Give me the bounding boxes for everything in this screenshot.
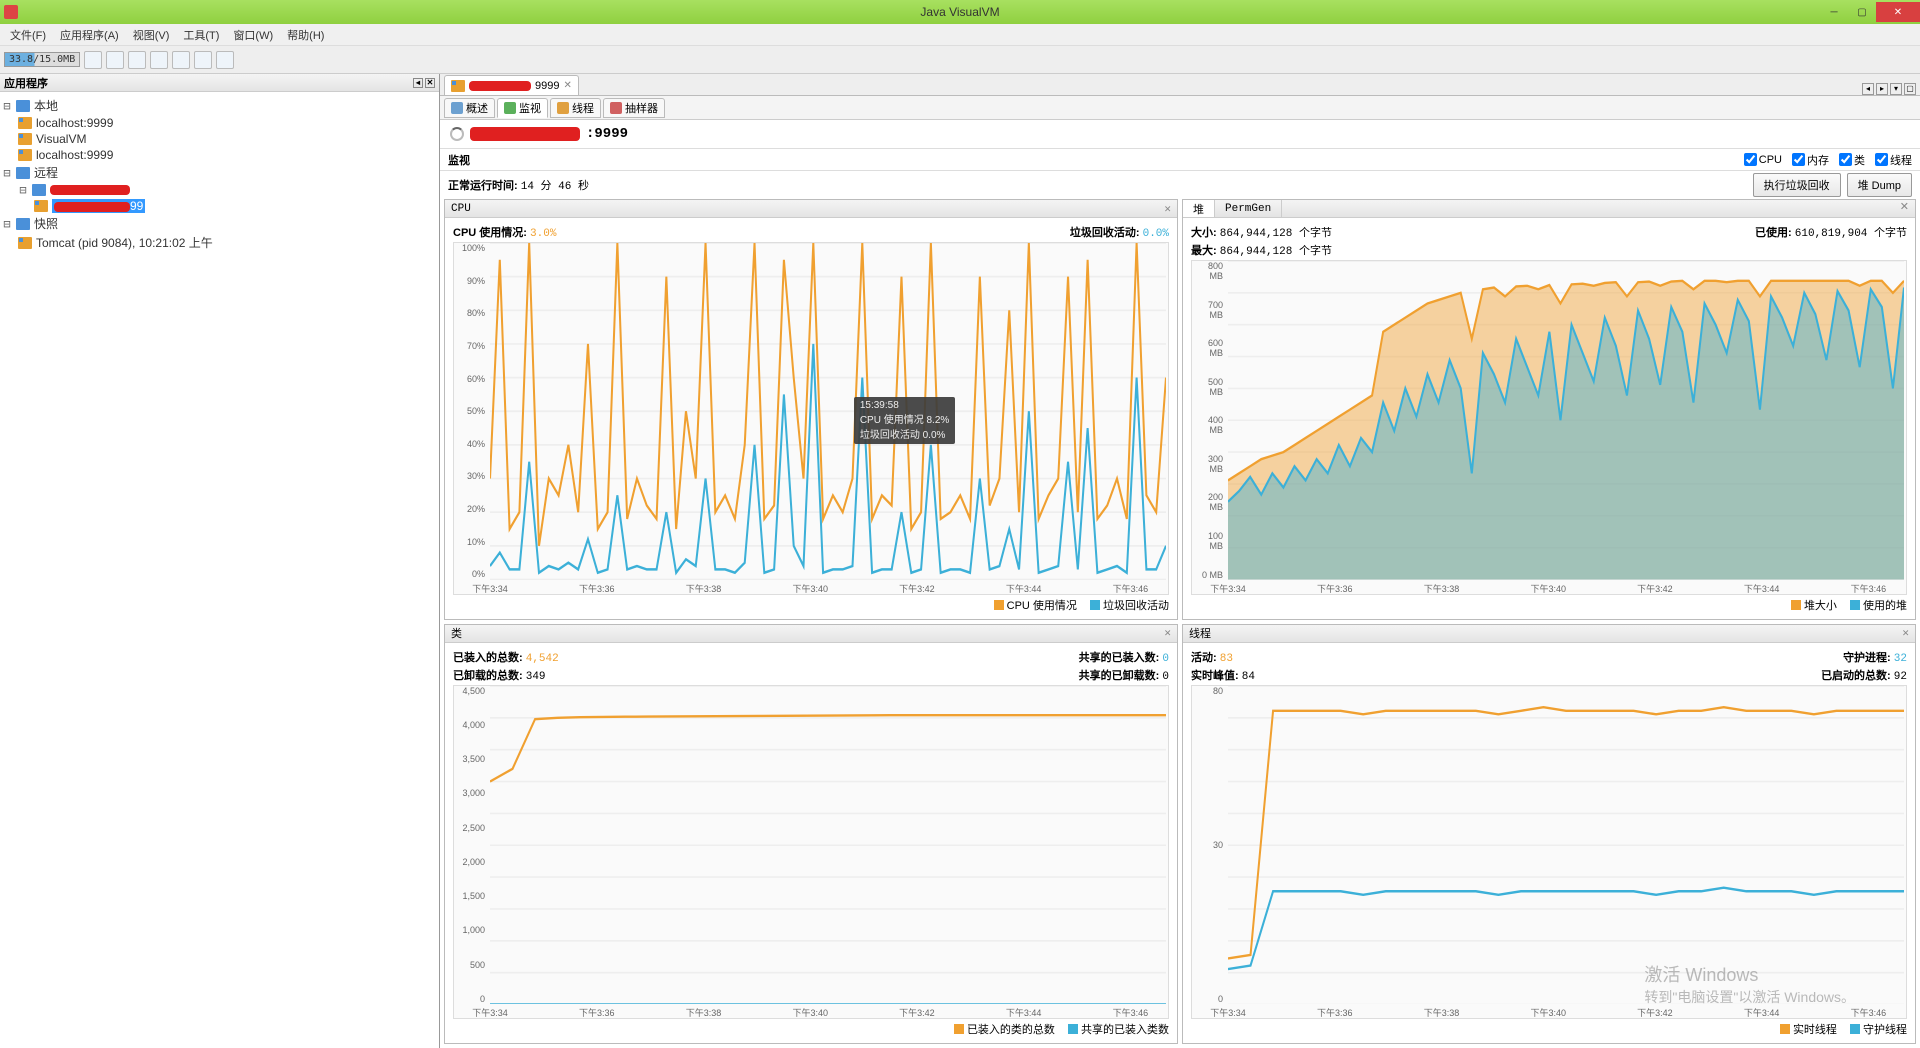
- dropdown-icon[interactable]: ▾: [1890, 83, 1902, 95]
- heapdump-button[interactable]: 堆 Dump: [1847, 173, 1912, 197]
- content-area: 9999 ✕ ◂ ▸ ▾ ▢ 概述 监视 线程 抽样器 :9999 监视 CPU: [440, 74, 1920, 1048]
- menu-tools[interactable]: 工具(T): [177, 25, 225, 45]
- cpu-chart[interactable]: 100%90%80%70%60%50%40%30%20%10%0% 下午3:34…: [453, 242, 1169, 595]
- sidebar-header: 应用程序 ◂ ✕: [0, 74, 439, 92]
- close-panel-icon[interactable]: ✕: [1164, 626, 1171, 640]
- toolbar-btn-2[interactable]: [106, 51, 124, 69]
- close-panel-icon[interactable]: ✕: [1902, 626, 1909, 640]
- selected-remote-app[interactable]: 99: [52, 199, 145, 213]
- page-header: :9999: [440, 120, 1920, 149]
- classes-chart[interactable]: 4,5004,0003,5003,0002,5002,0001,5001,000…: [453, 685, 1169, 1020]
- snapshot-icon: [16, 218, 30, 230]
- check-threads[interactable]: 线程: [1875, 152, 1912, 168]
- permgen-tab[interactable]: PermGen: [1215, 200, 1282, 217]
- cpu-chart-panel: CPU✕ CPU 使用情况: 3.0% 垃圾回收活动: 0.0% 100%90%…: [444, 199, 1178, 620]
- editor-tab-active[interactable]: 9999 ✕: [444, 75, 579, 95]
- threads-chart-panel: 线程✕ 活动: 83 守护进程: 32 实时峰值: 84 已启动的总数: 92 …: [1182, 624, 1916, 1045]
- scroll-right-icon[interactable]: ▸: [1876, 83, 1888, 95]
- toolbar-btn-3[interactable]: [128, 51, 146, 69]
- check-classes[interactable]: 类: [1839, 152, 1865, 168]
- remote-icon: [16, 167, 30, 179]
- minimize-button[interactable]: ─: [1820, 2, 1848, 22]
- host-icon: [16, 100, 30, 112]
- monitor-label: 监视: [448, 152, 470, 168]
- redacted-host[interactable]: [50, 185, 130, 195]
- gc-button[interactable]: 执行垃圾回收: [1753, 173, 1841, 197]
- check-memory[interactable]: 内存: [1792, 152, 1829, 168]
- application-tree[interactable]: ⊟本地 localhost:9999 VisualVM localhost:99…: [0, 92, 439, 256]
- overview-icon: [451, 102, 463, 114]
- app-icon: [18, 117, 32, 129]
- subtab-monitor[interactable]: 监视: [497, 98, 548, 118]
- close-panel-icon[interactable]: ✕: [1164, 202, 1171, 216]
- toolbar-btn-1[interactable]: [84, 51, 102, 69]
- close-panel-icon[interactable]: ✕: [1894, 200, 1915, 217]
- subtabs: 概述 监视 线程 抽样器: [440, 96, 1920, 120]
- check-cpu[interactable]: CPU: [1744, 152, 1782, 168]
- sampler-icon: [610, 102, 622, 114]
- maximize-editor-icon[interactable]: ▢: [1904, 83, 1916, 95]
- toolbar-btn-4[interactable]: [150, 51, 168, 69]
- loading-spinner-icon: [450, 127, 464, 141]
- window-titlebar: Java VisualVM ─ ▢ ✕: [0, 0, 1920, 24]
- subtab-overview[interactable]: 概述: [444, 98, 495, 118]
- app-icon: [451, 80, 465, 92]
- subtab-sampler[interactable]: 抽样器: [603, 98, 665, 118]
- menu-window[interactable]: 窗口(W): [227, 25, 279, 45]
- maximize-button[interactable]: ▢: [1848, 2, 1876, 22]
- toolbar: 33.8/15.0MB: [0, 46, 1920, 74]
- uptime-text: 正常运行时间: 14 分 46 秒: [448, 177, 589, 193]
- uptime-bar: 正常运行时间: 14 分 46 秒 执行垃圾回收 堆 Dump: [440, 171, 1920, 199]
- toolbar-btn-6[interactable]: [194, 51, 212, 69]
- sidebar-title: 应用程序: [4, 75, 48, 91]
- app-icon: [18, 149, 32, 161]
- threads-icon: [557, 102, 569, 114]
- scroll-left-icon[interactable]: ◂: [1862, 83, 1874, 95]
- snapshot-item-icon: [18, 237, 32, 249]
- app-icon: [34, 200, 48, 212]
- redacted-hostname: [470, 127, 580, 141]
- monitor-icon: [504, 102, 516, 114]
- menu-help[interactable]: 帮助(H): [281, 25, 330, 45]
- editor-tabs: 9999 ✕ ◂ ▸ ▾ ▢: [440, 74, 1920, 96]
- host-icon: [32, 184, 46, 196]
- sidebar-close-icon[interactable]: ✕: [425, 78, 435, 88]
- sidebar: 应用程序 ◂ ✕ ⊟本地 localhost:9999 VisualVM loc…: [0, 74, 440, 1048]
- toolbar-btn-7[interactable]: [216, 51, 234, 69]
- monitor-bar: 监视 CPU 内存 类 线程: [440, 149, 1920, 171]
- app-icon: [4, 5, 18, 19]
- heap-chart[interactable]: 800 MB700 MB600 MB500 MB400 MB300 MB200 …: [1191, 260, 1907, 595]
- window-title: Java VisualVM: [920, 5, 999, 19]
- menu-view[interactable]: 视图(V): [127, 25, 176, 45]
- sidebar-minimize-icon[interactable]: ◂: [413, 78, 423, 88]
- memory-indicator[interactable]: 33.8/15.0MB: [4, 52, 80, 67]
- heap-chart-panel: 堆 PermGen ✕ 大小: 864,944,128 个字节 已使用: 610…: [1182, 199, 1916, 620]
- tab-close-icon[interactable]: ✕: [563, 80, 571, 91]
- toolbar-btn-5[interactable]: [172, 51, 190, 69]
- menu-app[interactable]: 应用程序(A): [54, 25, 125, 45]
- classes-chart-panel: 类✕ 已装入的总数: 4,542 共享的已装入数: 0 已卸载的总数: 349 …: [444, 624, 1178, 1045]
- menu-file[interactable]: 文件(F): [4, 25, 52, 45]
- threads-chart[interactable]: 80300 下午3:34下午3:36下午3:38下午3:40下午3:42下午3:…: [1191, 685, 1907, 1020]
- redacted-tab-label: [469, 81, 531, 91]
- heap-tab[interactable]: 堆: [1183, 200, 1215, 217]
- subtab-threads[interactable]: 线程: [550, 98, 601, 118]
- visualvm-icon: [18, 133, 32, 145]
- close-button[interactable]: ✕: [1876, 2, 1920, 22]
- menubar: 文件(F) 应用程序(A) 视图(V) 工具(T) 窗口(W) 帮助(H): [0, 24, 1920, 46]
- connection-port: :9999: [586, 126, 628, 142]
